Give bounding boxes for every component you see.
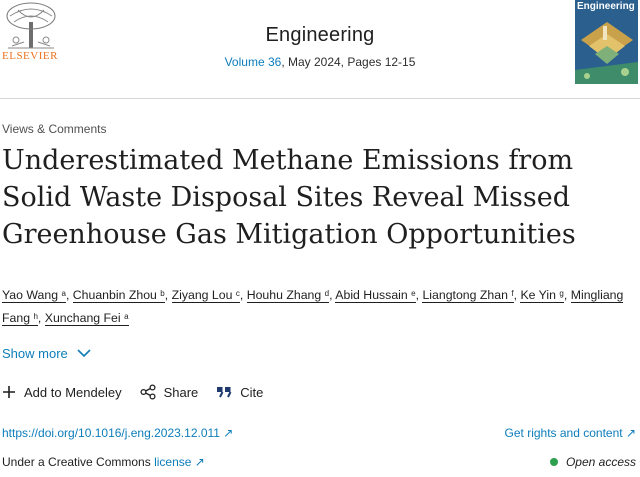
add-to-mendeley-button[interactable]: Add to Mendeley [2, 385, 122, 400]
open-access-label: Open access [565, 455, 636, 469]
quote-icon [217, 387, 232, 398]
license-link-text: license [154, 455, 192, 469]
affiliation-marker: b [160, 289, 165, 298]
author-separator: , [563, 288, 568, 302]
volume-link[interactable]: Volume 36 [225, 55, 282, 69]
affiliation-marker: a [61, 289, 66, 298]
author-separator: , [415, 288, 420, 302]
cover-art [575, 0, 638, 84]
share-label: Share [163, 384, 199, 400]
author-name: Ke Yin [520, 288, 556, 302]
license-info: Under a Creative Commons license ↗ [2, 455, 205, 469]
author-name: Yao Wang [2, 288, 59, 302]
author-name: Liangtong Zhan [422, 288, 508, 302]
author-link[interactable]: Xunchang Fei a [44, 311, 129, 326]
mendeley-label: Add to Mendeley [24, 384, 122, 400]
author-separator: , [37, 311, 42, 325]
show-more-button[interactable]: Show more [2, 346, 91, 361]
external-link-icon: ↗ [625, 426, 636, 440]
share-icon [140, 384, 156, 400]
affiliation-marker: h [33, 312, 38, 321]
author-link[interactable]: Yao Wang a [2, 288, 66, 303]
external-link-icon: ↗ [223, 426, 234, 440]
rights-link[interactable]: Get rights and content ↗ [505, 426, 636, 440]
issue-info: Volume 36, May 2024, Pages 12-15 [0, 55, 640, 69]
author-name: Abid Hussain [335, 288, 408, 302]
author-link[interactable]: Chuanbin Zhou b [72, 288, 165, 303]
chevron-down-icon [77, 349, 91, 358]
license-prefix: Under a Creative Commons [2, 455, 155, 469]
affiliation-marker: f [511, 289, 514, 298]
doi-link[interactable]: https://doi.org/10.1016/j.eng.2023.12.01… [2, 426, 233, 440]
author-name: Xunchang Fei [44, 311, 121, 325]
share-button[interactable]: Share [140, 384, 199, 400]
author-link[interactable]: Ke Yin g [520, 288, 564, 303]
external-link-icon: ↗ [194, 455, 205, 469]
journal-cover-image[interactable]: Engineering [575, 0, 638, 84]
affiliation-marker: d [324, 289, 330, 298]
author-separator: , [164, 288, 169, 302]
author-link[interactable]: Abid Hussain e [335, 288, 416, 303]
author-separator: , [65, 288, 70, 302]
cite-button[interactable]: Cite [216, 385, 263, 400]
author-separator: , [329, 288, 333, 302]
author-link[interactable]: Houhu Zhang d [246, 288, 330, 303]
plus-icon [3, 386, 15, 398]
doi-text: https://doi.org/10.1016/j.eng.2023.12.01… [2, 426, 220, 440]
header-divider [0, 98, 640, 99]
journal-info: Engineering Volume 36, May 2024, Pages 1… [0, 24, 640, 69]
author-separator: , [239, 288, 244, 302]
author-list: Yao Wang a, Chuanbin Zhou b, Ziyang Lou … [2, 284, 638, 330]
cover-title: Engineering [577, 1, 635, 12]
open-access-badge: Open access [549, 455, 636, 469]
author-link[interactable]: Liangtong Zhan f [422, 288, 514, 303]
affiliation-marker: g [559, 289, 564, 298]
author-name: Houhu Zhang [246, 288, 322, 302]
rights-text: Get rights and content [504, 426, 623, 440]
article-actions: Add to Mendeley Share Cite [2, 384, 281, 400]
article-title: Underestimated Methane Emissions from So… [2, 145, 576, 250]
author-link[interactable]: Ziyang Lou c [171, 288, 240, 303]
cite-label: Cite [240, 384, 264, 400]
author-separator: , [513, 288, 518, 302]
license-link[interactable]: license ↗ [154, 455, 205, 469]
journal-header: ELSEVIER Engineering Volume 36, May 2024… [0, 0, 640, 98]
show-more-label: Show more [2, 346, 68, 361]
open-access-dot-icon [549, 458, 558, 466]
affiliation-marker: c [235, 289, 240, 298]
affiliation-marker: e [411, 289, 416, 298]
journal-title[interactable]: Engineering [0, 24, 640, 47]
author-name: Chuanbin Zhou [72, 288, 157, 302]
article-type: Views & Comments [2, 122, 107, 136]
author-name: Ziyang Lou [171, 288, 233, 302]
issue-details: , May 2024, Pages 12-15 [281, 55, 416, 69]
affiliation-marker: a [124, 312, 129, 321]
